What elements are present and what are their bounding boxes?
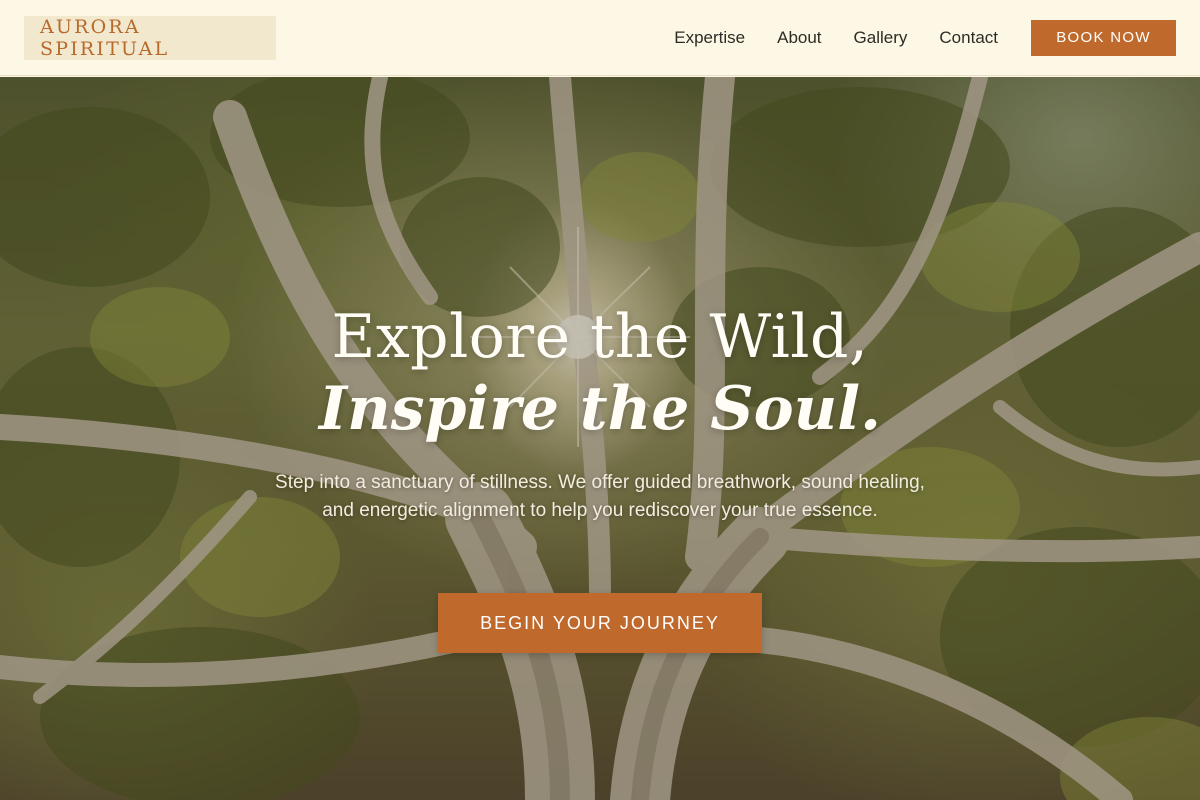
- nav-link-contact[interactable]: Contact: [939, 28, 998, 48]
- nav-menu: Expertise About Gallery Contact BOOK NOW: [674, 19, 1176, 56]
- hero-section: Explore the Wild, Inspire the Soul. Step…: [0, 77, 1200, 800]
- nav-link-about[interactable]: About: [777, 28, 821, 48]
- hero-subtext: Step into a sanctuary of stillness. We o…: [275, 472, 925, 521]
- nav-link-expertise[interactable]: Expertise: [674, 28, 745, 48]
- hero-headline-line1: Explore the Wild,: [331, 302, 869, 372]
- brand-logo[interactable]: AURORA SPIRITUAL: [24, 15, 276, 60]
- book-now-button[interactable]: BOOK NOW: [1031, 19, 1176, 56]
- begin-journey-button[interactable]: BEGIN YOUR JOURNEY: [438, 593, 762, 653]
- hero-content: Explore the Wild, Inspire the Soul. Step…: [0, 77, 1200, 800]
- hero-headline-line2: Inspire the Soul.: [319, 374, 881, 444]
- top-navbar: AURORA SPIRITUAL Expertise About Gallery…: [0, 0, 1200, 76]
- nav-link-gallery[interactable]: Gallery: [854, 28, 908, 48]
